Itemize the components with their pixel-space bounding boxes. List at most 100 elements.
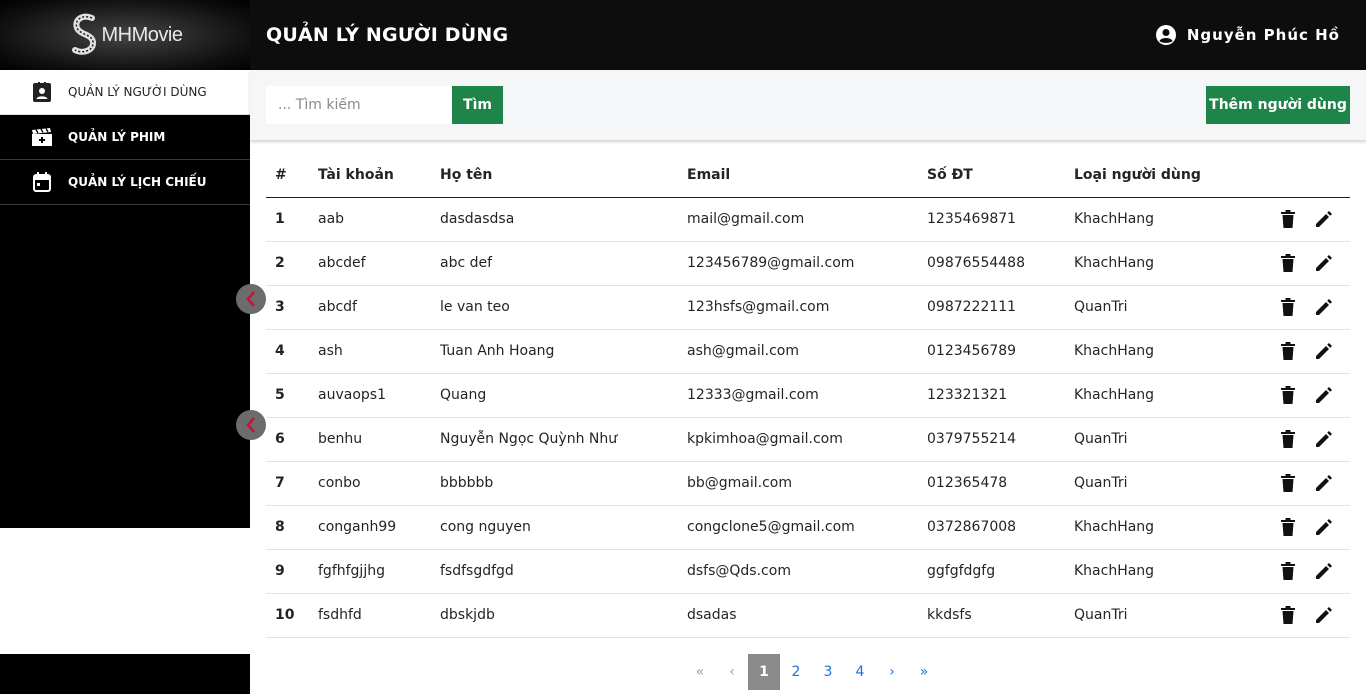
cell-phone: ggfgfdgfg (918, 549, 1065, 594)
delete-icon[interactable] (1278, 473, 1298, 493)
edit-icon[interactable] (1314, 473, 1334, 493)
cell-account: fgfhfgjjhg (309, 549, 431, 594)
cell-phone: kkdsfs (918, 593, 1065, 638)
cell-account: abcdef (309, 241, 431, 286)
page-button-1[interactable]: 1 (748, 654, 780, 690)
table-row: 10 fsdhfd dbskjdb dsadas kkdsfs QuanTri (266, 593, 1350, 638)
sidebar-item-users[interactable]: QUẢN LÝ NGƯỜI DÙNG (0, 70, 250, 115)
edit-icon[interactable] (1314, 517, 1334, 537)
users-table: # Tài khoản Họ tên Email Số ĐT Loại ngườ… (266, 154, 1350, 638)
page-prev-button[interactable]: ‹ (716, 654, 748, 690)
column-header-email[interactable]: Email (678, 154, 918, 198)
cell-actions (1255, 549, 1350, 594)
users-table-container: # Tài khoản Họ tên Email Số ĐT Loại ngườ… (266, 154, 1350, 638)
cell-phone: 0372867008 (918, 505, 1065, 550)
sidebar-toggle-button-secondary[interactable] (236, 410, 266, 440)
delete-icon[interactable] (1278, 561, 1298, 581)
delete-icon[interactable] (1278, 385, 1298, 405)
cell-phone: 012365478 (918, 461, 1065, 506)
user-name: Nguyễn Phúc Hồ (1186, 26, 1340, 44)
search-button[interactable]: Tìm (452, 86, 503, 124)
page-button-2[interactable]: 2 (780, 654, 812, 690)
table-row: 2 abcdef abc def 123456789@gmail.com 0987655… (266, 241, 1350, 286)
cell-actions (1255, 197, 1350, 242)
cell-user-type: QuanTri (1065, 417, 1255, 462)
cell-actions (1255, 241, 1350, 286)
page-last-button[interactable]: » (908, 654, 940, 690)
delete-icon[interactable] (1278, 297, 1298, 317)
sidebar-item-label: QUẢN LÝ PHIM (68, 130, 166, 144)
search-input[interactable] (266, 86, 452, 124)
cell-user-type: QuanTri (1065, 461, 1255, 506)
edit-icon[interactable] (1314, 385, 1334, 405)
account-circle-icon (1155, 25, 1176, 45)
calendar-icon (32, 172, 52, 192)
cell-account: aab (309, 197, 431, 242)
cell-email: congclone5@gmail.com (678, 505, 918, 550)
cell-account: abcdf (309, 285, 431, 330)
cell-index: 7 (266, 461, 309, 506)
edit-icon[interactable] (1314, 605, 1334, 625)
delete-icon[interactable] (1278, 605, 1298, 625)
chevron-left-icon (246, 417, 255, 433)
film-reel-logo-icon (71, 13, 96, 55)
user-menu[interactable]: Nguyễn Phúc Hồ (1155, 24, 1340, 46)
page-next-button[interactable]: › (876, 654, 908, 690)
cell-phone: 123321321 (918, 373, 1065, 418)
delete-icon[interactable] (1278, 209, 1298, 229)
cell-fullname: Nguyễn Ngọc Quỳnh Như (431, 417, 678, 462)
column-header-account[interactable]: Tài khoản (309, 154, 431, 198)
delete-icon[interactable] (1278, 253, 1298, 273)
edit-icon[interactable] (1314, 253, 1334, 273)
sidebar-item-schedule[interactable]: QUẢN LÝ LỊCH CHIẾU (0, 160, 250, 205)
edit-icon[interactable] (1314, 561, 1334, 581)
cell-user-type: KhachHang (1065, 549, 1255, 594)
sidebar-item-movies[interactable]: QUẢN LÝ PHIM (0, 115, 250, 160)
table-header-row: # Tài khoản Họ tên Email Số ĐT Loại ngườ… (266, 154, 1350, 198)
logo[interactable]: MHMovie (0, 0, 250, 70)
pagination: « ‹ 1 2 3 4 › » (684, 654, 940, 690)
cell-user-type: QuanTri (1065, 285, 1255, 330)
cell-user-type: KhachHang (1065, 241, 1255, 286)
delete-icon[interactable] (1278, 341, 1298, 361)
cell-index: 5 (266, 373, 309, 418)
cell-user-type: KhachHang (1065, 505, 1255, 550)
table-row: 4 ash Tuan Anh Hoang ash@gmail.com 012345678… (266, 329, 1350, 374)
column-header-fullname[interactable]: Họ tên (431, 154, 678, 198)
chevron-left-icon (246, 291, 255, 307)
edit-icon[interactable] (1314, 429, 1334, 449)
page-button-3[interactable]: 3 (812, 654, 844, 690)
cell-index: 10 (266, 593, 309, 638)
cell-account: auvaops1 (309, 373, 431, 418)
cell-email: 123hsfs@gmail.com (678, 285, 918, 330)
page-first-button[interactable]: « (684, 654, 716, 690)
cell-index: 9 (266, 549, 309, 594)
sidebar-item-label: QUẢN LÝ LỊCH CHIẾU (68, 175, 207, 189)
edit-icon[interactable] (1314, 341, 1334, 361)
column-header-phone[interactable]: Số ĐT (918, 154, 1065, 198)
page-title: QUẢN LÝ NGƯỜI DÙNG (266, 24, 509, 46)
delete-icon[interactable] (1278, 517, 1298, 537)
delete-icon[interactable] (1278, 429, 1298, 449)
top-header: QUẢN LÝ NGƯỜI DÙNG Nguyễn Phúc Hồ (250, 0, 1366, 70)
movie-icon (32, 127, 52, 147)
column-header-user-type[interactable]: Loại người dùng (1065, 154, 1255, 198)
cell-account: ash (309, 329, 431, 374)
cell-account: conganh99 (309, 505, 431, 550)
cell-index: 1 (266, 197, 309, 242)
table-row: 8 conganh99 cong nguyen congclone5@gmail.co… (266, 505, 1350, 550)
sidebar-toggle-button[interactable] (236, 284, 266, 314)
cell-phone: 0379755214 (918, 417, 1065, 462)
cell-actions (1255, 417, 1350, 462)
cell-index: 3 (266, 285, 309, 330)
cell-index: 4 (266, 329, 309, 374)
cell-index: 8 (266, 505, 309, 550)
table-row: 6 benhu Nguyễn Ngọc Quỳnh Như kpkimhoa@gmai… (266, 417, 1350, 462)
sidebar-item-label: QUẢN LÝ NGƯỜI DÙNG (68, 85, 207, 99)
page-button-4[interactable]: 4 (844, 654, 876, 690)
add-user-button[interactable]: Thêm người dùng (1206, 86, 1350, 124)
cell-fullname: Tuan Anh Hoang (431, 329, 678, 374)
edit-icon[interactable] (1314, 297, 1334, 317)
column-header-index: # (266, 154, 309, 198)
edit-icon[interactable] (1314, 209, 1334, 229)
